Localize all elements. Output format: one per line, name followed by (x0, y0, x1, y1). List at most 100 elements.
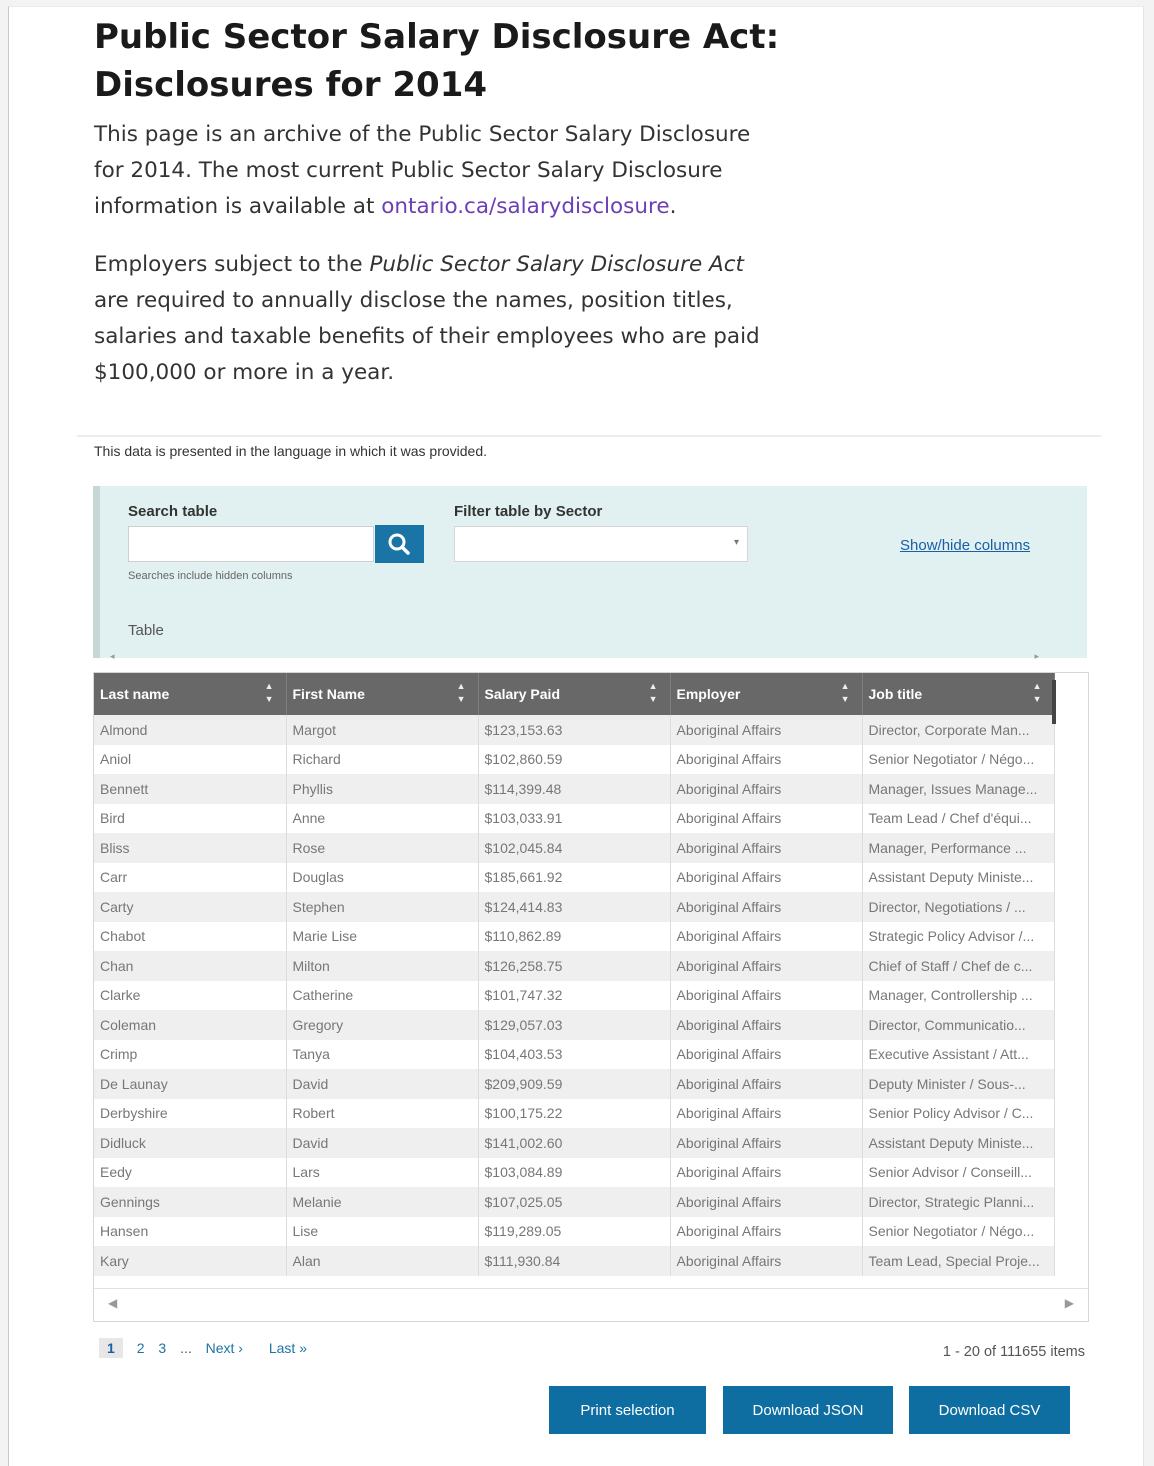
cell-first-name: Robert (286, 1098, 479, 1128)
sort-icon[interactable]: ▲ ▼ (649, 680, 658, 706)
cell-last-name: Hansen (94, 1216, 287, 1246)
cell-employer: Aboriginal Affairs (670, 1128, 863, 1158)
column-header-label: Job title (868, 686, 923, 702)
cell-last-name: Carty (94, 892, 287, 922)
column-header-employer[interactable]: Employer ▲ ▼ (670, 673, 863, 715)
cell-employer: Aboriginal Affairs (670, 803, 863, 833)
sector-filter-select[interactable]: ▾ (454, 526, 748, 562)
cell-job-title: Executive Assistant / Att... (862, 1039, 1055, 1069)
language-note: This data is presented in the language i… (94, 443, 488, 459)
sort-icon[interactable]: ▲ ▼ (1033, 680, 1042, 706)
table-row[interactable]: Coleman Gregory $129,057.03 Aboriginal Affa… (94, 1010, 1088, 1040)
salary-disclosure-link[interactable]: ontario.ca/salarydisclosure (381, 194, 669, 219)
cell-last-name: Coleman (94, 1010, 287, 1040)
cell-employer: Aboriginal Affairs (670, 1157, 863, 1187)
column-header-label: Employer (676, 686, 741, 702)
table-caption: Table (128, 622, 164, 639)
column-header-first-name[interactable]: First Name ▲ ▼ (286, 673, 479, 715)
table-row[interactable]: Didluck David $141,002.60 Aboriginal Affair… (94, 1128, 1088, 1158)
row-spacer (1054, 833, 1088, 863)
table-row[interactable]: Bliss Rose $102,045.84 Aboriginal Affairs Ma… (94, 833, 1088, 863)
row-spacer (1054, 951, 1088, 981)
cell-first-name: Lars (286, 1157, 479, 1187)
table-row[interactable]: Hansen Lise $119,289.05 Aboriginal Affairs S… (94, 1216, 1088, 1246)
vertical-scrollbar[interactable] (1052, 680, 1056, 724)
scroll-right-icon[interactable]: ▶ (1065, 1296, 1074, 1310)
cell-last-name: Almond (94, 715, 287, 745)
cell-first-name: Milton (286, 951, 479, 981)
scroll-left-icon[interactable]: ◂ (110, 651, 115, 662)
table-row[interactable]: Eedy Lars $103,084.89 Aboriginal Affairs Sen… (94, 1157, 1088, 1187)
print-selection-button[interactable]: Print selection (549, 1386, 706, 1434)
table-row[interactable]: Chabot Marie Lise $110,862.89 Aboriginal Af… (94, 921, 1088, 951)
next-page-link[interactable]: Next › (206, 1340, 243, 1356)
page-link-1[interactable]: 1 (99, 1338, 123, 1358)
cell-last-name: Aniol (94, 744, 287, 774)
table-row[interactable]: Kary Alan $111,930.84 Aboriginal Affairs Tea… (94, 1246, 1088, 1276)
table-row[interactable]: Derbyshire Robert $100,175.22 Aboriginal Af… (94, 1098, 1088, 1128)
table-controls-panel: Search table Searches include hidden col… (93, 486, 1087, 661)
last-page-link[interactable]: Last » (269, 1340, 307, 1356)
table-row[interactable]: Aniol Richard $102,860.59 Aboriginal Affair… (94, 744, 1088, 774)
column-header-salary-paid[interactable]: Salary Paid ▲ ▼ (478, 673, 671, 715)
cell-job-title: Assistant Deputy Ministe... (862, 1128, 1055, 1158)
page-link-2[interactable]: 2 (137, 1340, 145, 1356)
cell-job-title: Senior Negotiator / Négo... (862, 1216, 1055, 1246)
sort-icon[interactable]: ▲ ▼ (841, 680, 850, 706)
cell-salary-paid: $124,414.83 (478, 892, 671, 922)
cell-job-title: Deputy Minister / Sous-... (862, 1069, 1055, 1099)
download-json-button[interactable]: Download JSON (723, 1386, 893, 1434)
horizontal-scrollbar[interactable]: ◀ ▶ (94, 1288, 1088, 1321)
cell-first-name: Stephen (286, 892, 479, 922)
salary-table: Last name ▲ ▼ First Name ▲ ▼ Salary Paid ▲ ▼ E… (94, 673, 1088, 1276)
cell-job-title: Director, Corporate Man... (862, 715, 1055, 745)
pagination-ellipsis: ... (180, 1340, 192, 1356)
column-header-job-title[interactable]: Job title ▲ ▼ (862, 673, 1055, 715)
cell-salary-paid: $107,025.05 (478, 1187, 671, 1217)
download-csv-button[interactable]: Download CSV (909, 1386, 1070, 1434)
cell-employer: Aboriginal Affairs (670, 980, 863, 1010)
scroll-left-icon[interactable]: ◀ (108, 1296, 117, 1310)
cell-job-title: Director, Negotiations / ... (862, 892, 1055, 922)
table-row[interactable]: Bird Anne $103,033.91 Aboriginal Affairs Tea… (94, 803, 1088, 833)
table-row[interactable]: Chan Milton $126,258.75 Aboriginal Affairs C… (94, 951, 1088, 981)
cell-first-name: David (286, 1128, 479, 1158)
cell-last-name: Derbyshire (94, 1098, 287, 1128)
cell-first-name: Anne (286, 803, 479, 833)
table-row[interactable]: Crimp Tanya $104,403.53 Aboriginal Affairs E… (94, 1039, 1088, 1069)
act-name: Public Sector Salary Disclosure Act (369, 252, 744, 277)
cell-first-name: Richard (286, 744, 479, 774)
row-spacer (1054, 803, 1088, 833)
chevron-down-icon: ▾ (733, 537, 739, 548)
row-spacer (1054, 1039, 1088, 1069)
row-spacer (1054, 1246, 1088, 1276)
sort-icon[interactable]: ▲ ▼ (457, 680, 466, 706)
table-row[interactable]: Carr Douglas $185,661.92 Aboriginal Affairs… (94, 862, 1088, 892)
cell-last-name: Kary (94, 1246, 287, 1276)
sort-icon[interactable]: ▲ ▼ (265, 680, 274, 706)
data-table-container: Last name ▲ ▼ First Name ▲ ▼ Salary Paid ▲ ▼ E… (93, 672, 1089, 1322)
cell-last-name: Crimp (94, 1039, 287, 1069)
column-header-last-name[interactable]: Last name ▲ ▼ (94, 673, 287, 715)
table-row[interactable]: Almond Margot $123,153.63 Aboriginal Affair… (94, 715, 1088, 745)
search-button[interactable] (375, 525, 424, 563)
cell-salary-paid: $101,747.32 (478, 980, 671, 1010)
cell-salary-paid: $104,403.53 (478, 1039, 671, 1069)
cell-employer: Aboriginal Affairs (670, 744, 863, 774)
cell-last-name: Chabot (94, 921, 287, 951)
row-spacer (1054, 1069, 1088, 1099)
show-hide-columns-link[interactable]: Show/hide columns (900, 537, 1030, 554)
intro-paragraph-1: This page is an archive of the Public Se… (94, 117, 764, 225)
cell-salary-paid: $123,153.63 (478, 715, 671, 745)
scroll-right-icon[interactable]: ▸ (1034, 651, 1039, 662)
table-row[interactable]: Gennings Melanie $107,025.05 Aboriginal Aff… (94, 1187, 1088, 1217)
search-input[interactable] (128, 526, 374, 562)
table-row[interactable]: De Launay David $209,909.59 Aboriginal Affa… (94, 1069, 1088, 1099)
cell-job-title: Director, Communicatio... (862, 1010, 1055, 1040)
cell-last-name: De Launay (94, 1069, 287, 1099)
table-row[interactable]: Carty Stephen $124,414.83 Aboriginal Affair… (94, 892, 1088, 922)
row-spacer (1054, 715, 1088, 745)
table-row[interactable]: Bennett Phyllis $114,399.48 Aboriginal Affa… (94, 774, 1088, 804)
table-row[interactable]: Clarke Catherine $101,747.32 Aboriginal Aff… (94, 980, 1088, 1010)
page-link-3[interactable]: 3 (158, 1340, 166, 1356)
